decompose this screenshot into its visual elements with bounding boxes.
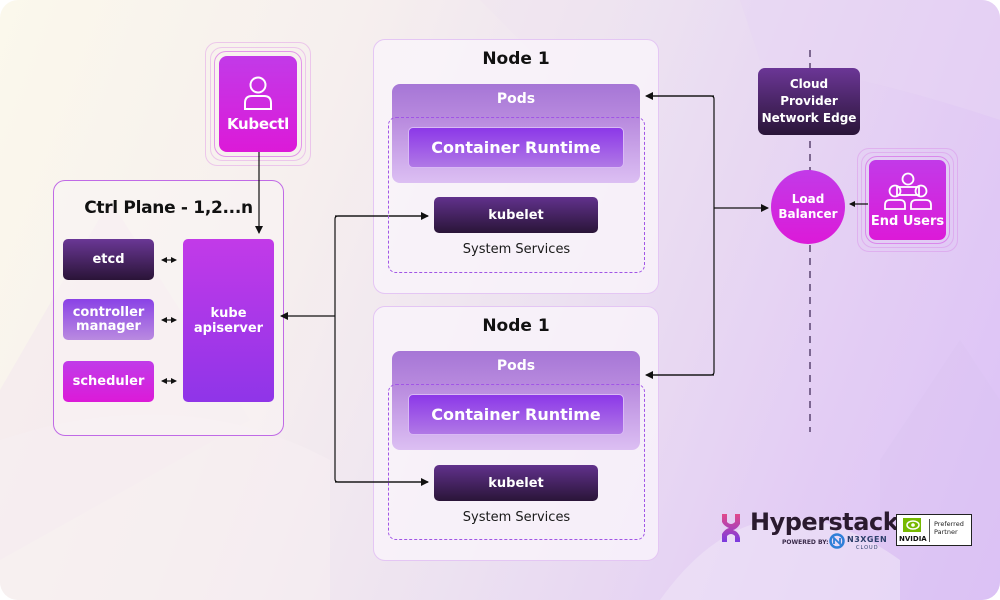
diagram-canvas: Kubectl Ctrl Plane - 1,2...n etcd contro… (0, 0, 1000, 600)
apiserver-label-line1: kube (210, 305, 247, 321)
node-1-kubelet[interactable]: kubelet (434, 197, 598, 233)
n3xgen-wordmark: N3XGEN (847, 535, 888, 544)
n3xgen-cloud-label: CLOUD (856, 545, 879, 551)
node-2-system-services-label: System Services (462, 510, 571, 525)
end-users-box[interactable]: End Users (869, 160, 946, 240)
etcd-box[interactable]: etcd (63, 239, 154, 280)
partner-label: Partner (934, 528, 958, 536)
kubectl-box[interactable]: Kubectl (219, 56, 297, 152)
cloud-provider-network-edge-box[interactable]: Cloud Provider Network Edge (758, 68, 860, 135)
network-edge-label-line3: Network Edge (761, 111, 857, 125)
node-2-container-runtime[interactable]: Container Runtime (408, 394, 624, 435)
scheduler-label: scheduler (72, 373, 145, 389)
users-group-icon (883, 172, 932, 210)
hyperstack-wordmark: Hyperstack (750, 508, 899, 536)
nvidia-wordmark: NVIDIA (899, 535, 927, 543)
network-edge-label-line2: Provider (780, 94, 838, 108)
load-balancer-label-line2: Balancer (778, 207, 838, 221)
end-users-label: End Users (870, 213, 945, 229)
control-plane-title: Ctrl Plane - 1,2...n (84, 198, 253, 218)
node-1-container-runtime[interactable]: Container Runtime (408, 127, 624, 168)
nvidia-eye-icon (903, 518, 921, 532)
load-balancer-label-line1: Load (791, 192, 825, 206)
apiserver-label-line2: apiserver (193, 320, 264, 336)
n3xgen-logo-icon (829, 533, 845, 549)
controller-manager-box[interactable]: controller manager (63, 299, 154, 340)
scheduler-box[interactable]: scheduler (63, 361, 154, 402)
node-2-title: Node 1 (482, 316, 550, 336)
controller-manager-label-line2: manager (76, 318, 141, 334)
kubectl-label: Kubectl (226, 115, 290, 133)
load-balancer-node[interactable]: Load Balancer (771, 170, 845, 244)
etcd-label: etcd (92, 251, 125, 267)
controller-manager-label-line1: controller (72, 304, 145, 320)
preferred-label: Preferred (934, 520, 964, 528)
node-2-kubelet[interactable]: kubelet (434, 465, 598, 501)
pods-bus (650, 95, 715, 376)
node-2-pods-label: Pods (496, 358, 536, 374)
network-edge-label-line1: Cloud (789, 77, 829, 91)
node-1-title: Node 1 (482, 49, 550, 69)
kube-apiserver-box[interactable]: kube apiserver (183, 239, 274, 402)
user-icon (244, 76, 272, 110)
node-1-pods-label: Pods (496, 91, 536, 107)
nvidia-preferred-partner-label: Preferred Partner (934, 520, 964, 536)
powered-by-label: POWERED BY: (782, 539, 829, 546)
node-1-system-services-label: System Services (462, 242, 571, 257)
hyperstack-logo-icon (722, 514, 740, 542)
